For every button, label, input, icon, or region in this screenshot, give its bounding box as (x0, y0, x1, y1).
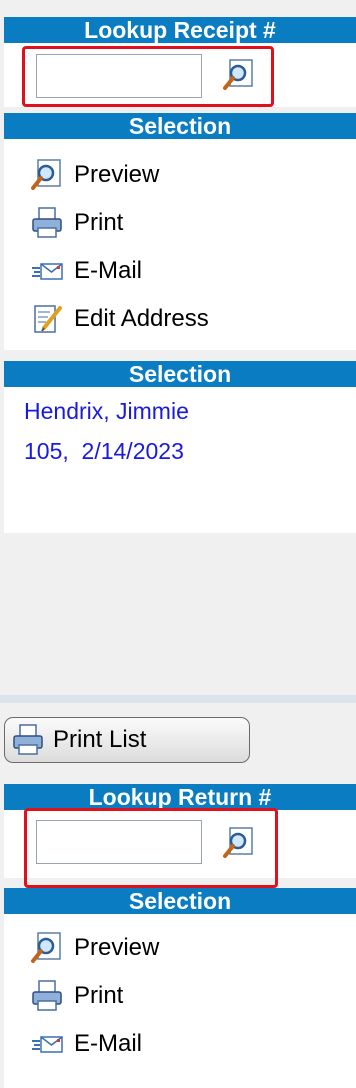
receipt-number-input[interactable] (36, 54, 202, 98)
return-email-label: E-Mail (74, 1030, 143, 1057)
preview-item[interactable]: Preview (30, 155, 159, 195)
return-preview-item[interactable]: Preview (30, 928, 159, 968)
print-label: Print (74, 209, 124, 236)
preview-icon (30, 931, 64, 965)
email-item[interactable]: E-Mail (30, 251, 142, 291)
receipt-info: 105, 2/14/2023 (24, 438, 184, 464)
selection-header-3: Selection (4, 888, 356, 914)
print-icon (30, 206, 64, 240)
print-item[interactable]: Print (30, 203, 123, 243)
selection-header-2: Selection (4, 361, 356, 387)
return-print-item[interactable]: Print (30, 976, 123, 1016)
edit-address-icon (30, 302, 64, 336)
preview-label: Preview (74, 161, 160, 188)
return-email-item[interactable]: E-Mail (30, 1024, 142, 1064)
email-label: E-Mail (74, 257, 143, 284)
customer-name: Hendrix, Jimmie (24, 398, 189, 424)
lookup-receipt-header: Lookup Receipt # (4, 17, 356, 43)
print-list-button[interactable]: Print List (4, 717, 250, 763)
divider (0, 695, 356, 703)
email-icon (30, 254, 64, 288)
return-number-input[interactable] (36, 820, 202, 864)
print-list-label: Print List (53, 726, 147, 753)
edit-address-item[interactable]: Edit Address (30, 299, 209, 339)
selection-header-1: Selection (4, 113, 356, 139)
return-preview-label: Preview (74, 934, 160, 961)
email-icon (30, 1027, 64, 1061)
edit-address-label: Edit Address (74, 305, 209, 332)
return-search-icon[interactable] (222, 826, 256, 860)
print-icon (30, 979, 64, 1013)
lookup-return-header: Lookup Return # (4, 784, 356, 810)
print-icon (11, 723, 45, 757)
receipt-search-icon[interactable] (222, 58, 256, 92)
preview-icon (30, 158, 64, 192)
return-print-label: Print (74, 982, 124, 1009)
